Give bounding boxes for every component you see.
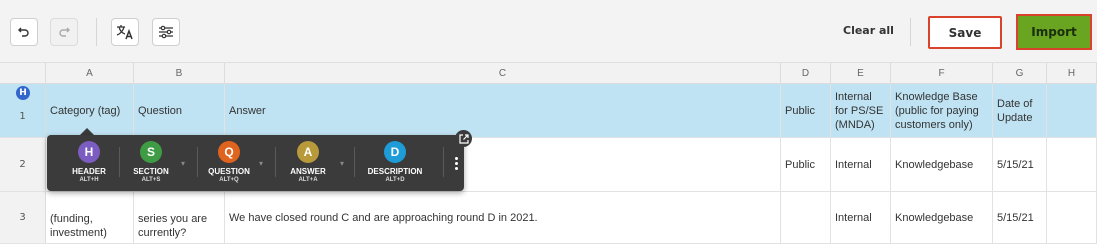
clear-all-button[interactable]: Clear all xyxy=(843,24,894,37)
row-number[interactable]: 2 xyxy=(0,138,46,191)
type-label: ANSWER xyxy=(290,167,326,176)
toolbar-divider xyxy=(910,18,911,46)
cell-f1[interactable]: Knowledge Base (public for paying custom… xyxy=(891,84,993,137)
cell-c1[interactable]: Answer xyxy=(225,84,781,137)
type-description-option[interactable]: D DESCRIPTION ALT+D xyxy=(360,141,430,183)
cell-d3[interactable] xyxy=(781,192,831,243)
cell-f3[interactable]: Knowledgebase xyxy=(891,192,993,243)
translate-icon xyxy=(116,25,133,40)
row-type-popup: H HEADER ALT+H S SECTION ALT+S ▾ Q QUEST… xyxy=(47,135,464,191)
cell-h3[interactable] xyxy=(1047,192,1097,243)
cell-d2[interactable]: Public xyxy=(781,138,831,191)
type-label: SECTION xyxy=(133,167,169,176)
corner-cell xyxy=(0,63,46,84)
header-type-badge: H xyxy=(16,86,30,100)
settings-button[interactable] xyxy=(152,18,180,46)
open-external-icon[interactable] xyxy=(455,130,472,147)
undo-icon xyxy=(18,27,29,37)
chevron-down-icon[interactable]: ▾ xyxy=(181,159,185,168)
save-button[interactable]: Save xyxy=(928,16,1002,49)
row-number[interactable]: 3 xyxy=(0,192,46,243)
type-shortcut: ALT+H xyxy=(79,177,99,183)
cell-c3[interactable]: We have closed round C and are approachi… xyxy=(225,192,781,243)
column-header-b[interactable]: B xyxy=(134,63,225,84)
popup-divider xyxy=(275,147,276,177)
column-header-c[interactable]: C xyxy=(225,63,781,84)
cell-a3[interactable]: (funding, investment) xyxy=(46,192,134,243)
cell-h1[interactable] xyxy=(1047,84,1097,137)
cell-b3[interactable]: series you are currently? xyxy=(134,192,225,243)
cell-e2[interactable]: Internal xyxy=(831,138,891,191)
description-type-icon: D xyxy=(384,141,406,163)
table-row[interactable]: H 1 Category (tag) Question Answer Publi… xyxy=(0,84,1097,138)
answer-type-icon: A xyxy=(297,141,319,163)
column-header-g[interactable]: G xyxy=(993,63,1047,84)
toolbar-divider xyxy=(96,18,97,46)
header-type-icon: H xyxy=(78,141,100,163)
toolbar: Clear all Save Import xyxy=(0,0,1097,63)
row-number-label: 1 xyxy=(19,111,26,122)
import-button[interactable]: Import xyxy=(1016,14,1092,50)
cell-b1[interactable]: Question xyxy=(134,84,225,137)
popup-divider xyxy=(197,147,198,177)
type-section-option[interactable]: S SECTION ALT+S xyxy=(121,141,181,183)
column-header-d[interactable]: D xyxy=(781,63,831,84)
column-header-h[interactable]: H xyxy=(1047,63,1097,84)
type-header-option[interactable]: H HEADER ALT+H xyxy=(59,141,119,183)
type-label: DESCRIPTION xyxy=(367,167,423,176)
cell-g3[interactable]: 5/15/21 xyxy=(993,192,1047,243)
cell-f2[interactable]: Knowledgebase xyxy=(891,138,993,191)
section-type-icon: S xyxy=(140,141,162,163)
cell-e1[interactable]: Internal for PS/SE (MNDA) xyxy=(831,84,891,137)
table-row[interactable]: 3 (funding, investment) series you are c… xyxy=(0,192,1097,244)
cell-g1[interactable]: Date of Update xyxy=(993,84,1047,137)
chevron-down-icon[interactable]: ▾ xyxy=(340,159,344,168)
cell-g2[interactable]: 5/15/21 xyxy=(993,138,1047,191)
redo-button[interactable] xyxy=(50,18,78,46)
sliders-icon xyxy=(159,25,173,39)
chevron-down-icon[interactable]: ▾ xyxy=(259,159,263,168)
cell-h2[interactable] xyxy=(1047,138,1097,191)
type-answer-option[interactable]: A ANSWER ALT+A xyxy=(278,141,338,183)
more-vertical-icon[interactable] xyxy=(455,157,459,170)
type-shortcut: ALT+D xyxy=(385,177,405,183)
type-label: HEADER xyxy=(72,167,106,176)
row-number[interactable]: H 1 xyxy=(0,84,46,137)
column-header-a[interactable]: A xyxy=(46,63,134,84)
popup-divider xyxy=(354,147,355,177)
cell-e3[interactable]: Internal xyxy=(831,192,891,243)
column-header-f[interactable]: F xyxy=(891,63,993,84)
type-shortcut: ALT+A xyxy=(298,177,318,183)
translate-button[interactable] xyxy=(111,18,139,46)
type-shortcut: ALT+Q xyxy=(219,177,239,183)
type-shortcut: ALT+S xyxy=(141,177,161,183)
undo-button[interactable] xyxy=(10,18,38,46)
type-question-option[interactable]: Q QUESTION ALT+Q xyxy=(199,141,259,183)
popup-arrow xyxy=(80,128,94,135)
cell-d1[interactable]: Public xyxy=(781,84,831,137)
column-header-e[interactable]: E xyxy=(831,63,891,84)
type-label: QUESTION xyxy=(208,167,250,176)
redo-icon xyxy=(59,27,70,37)
popup-divider xyxy=(119,147,120,177)
popup-divider xyxy=(443,147,444,177)
question-type-icon: Q xyxy=(218,141,240,163)
